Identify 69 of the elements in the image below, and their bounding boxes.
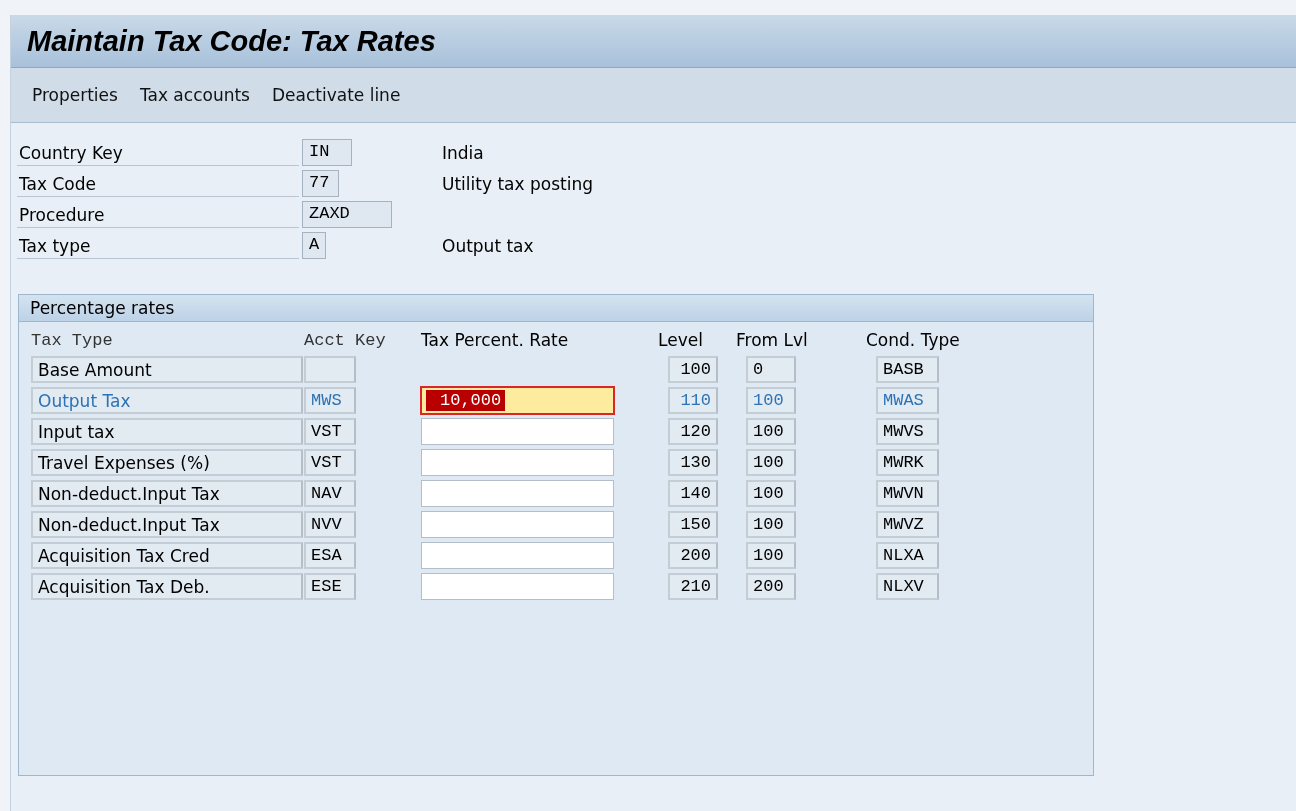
input-field[interactable]: IN bbox=[302, 139, 352, 166]
group-title: Percentage rates bbox=[30, 298, 175, 318]
rate-input-field[interactable]: 10,000 bbox=[421, 387, 614, 414]
column-header: From Lvl bbox=[736, 330, 809, 350]
acct-key-cell: ESA bbox=[304, 542, 356, 569]
tax-type-cell: Travel Expenses (%) bbox=[31, 449, 303, 476]
column-header: Level bbox=[658, 330, 704, 350]
acct-key-cell: VST bbox=[304, 418, 356, 445]
from-level-cell: 200 bbox=[746, 573, 796, 600]
rate-input-field[interactable] bbox=[421, 449, 614, 476]
tax-type-cell: Input tax bbox=[31, 418, 303, 445]
toolbar-button[interactable]: Deactivate line bbox=[262, 81, 410, 109]
field-description: Utility tax posting bbox=[442, 173, 593, 194]
condition-type-cell: NLXV bbox=[876, 573, 939, 600]
column-header: Cond. Type bbox=[866, 330, 961, 350]
acct-key-cell: NAV bbox=[304, 480, 356, 507]
condition-type-cell: NLXA bbox=[876, 542, 939, 569]
level-cell: 140 bbox=[668, 480, 718, 507]
rate-input-field[interactable] bbox=[421, 480, 614, 507]
rate-input-field[interactable] bbox=[421, 511, 614, 538]
level-cell: 120 bbox=[668, 418, 718, 445]
toolbar-button[interactable]: Properties bbox=[23, 81, 127, 109]
column-header: Tax Type bbox=[31, 330, 114, 350]
window-title: Maintain Tax Code: Tax Rates bbox=[27, 24, 436, 58]
field-label: Tax type bbox=[17, 232, 299, 259]
from-level-cell: 100 bbox=[746, 449, 796, 476]
toolbar-button[interactable]: Tax accounts bbox=[130, 81, 259, 109]
column-header: Tax Percent. Rate bbox=[421, 330, 570, 350]
from-level-cell: 0 bbox=[746, 356, 796, 383]
level-cell: 100 bbox=[668, 356, 718, 383]
condition-type-cell: MWVZ bbox=[876, 511, 939, 538]
tax-type-cell: Output Tax bbox=[31, 387, 303, 414]
input-field[interactable]: A bbox=[302, 232, 326, 259]
rate-input-field[interactable] bbox=[421, 418, 614, 445]
tax-type-cell: Acquisition Tax Cred bbox=[31, 542, 303, 569]
tax-type-cell: Non-deduct.Input Tax bbox=[31, 511, 303, 538]
field-description: Output tax bbox=[442, 235, 534, 256]
from-level-cell: 100 bbox=[746, 542, 796, 569]
input-field[interactable]: ZAXD bbox=[302, 201, 392, 228]
condition-type-cell: MWAS bbox=[876, 387, 939, 414]
acct-key-cell: VST bbox=[304, 449, 356, 476]
acct-key-cell: MWS bbox=[304, 387, 356, 414]
level-cell: 210 bbox=[668, 573, 718, 600]
field-label: Country Key bbox=[17, 139, 299, 166]
field-label: Procedure bbox=[17, 201, 299, 228]
tax-type-cell: Base Amount bbox=[31, 356, 303, 383]
acct-key-cell bbox=[304, 356, 356, 383]
from-level-cell: 100 bbox=[746, 480, 796, 507]
level-cell: 150 bbox=[668, 511, 718, 538]
from-level-cell: 100 bbox=[746, 511, 796, 538]
tax-type-cell: Acquisition Tax Deb. bbox=[31, 573, 303, 600]
field-label: Tax Code bbox=[17, 170, 299, 197]
level-cell: 110 bbox=[668, 387, 718, 414]
from-level-cell: 100 bbox=[746, 387, 796, 414]
acct-key-cell: ESE bbox=[304, 573, 356, 600]
rate-input-field[interactable] bbox=[421, 573, 614, 600]
input-field[interactable]: 77 bbox=[302, 170, 339, 197]
tax-type-cell: Non-deduct.Input Tax bbox=[31, 480, 303, 507]
condition-type-cell: BASB bbox=[876, 356, 939, 383]
column-header: Acct Key bbox=[304, 330, 387, 350]
acct-key-cell: NVV bbox=[304, 511, 356, 538]
condition-type-cell: MWRK bbox=[876, 449, 939, 476]
field-description: India bbox=[442, 142, 484, 163]
from-level-cell: 100 bbox=[746, 418, 796, 445]
level-cell: 200 bbox=[668, 542, 718, 569]
condition-type-cell: MWVN bbox=[876, 480, 939, 507]
condition-type-cell: MWVS bbox=[876, 418, 939, 445]
rate-input-field[interactable] bbox=[421, 542, 614, 569]
level-cell: 130 bbox=[668, 449, 718, 476]
